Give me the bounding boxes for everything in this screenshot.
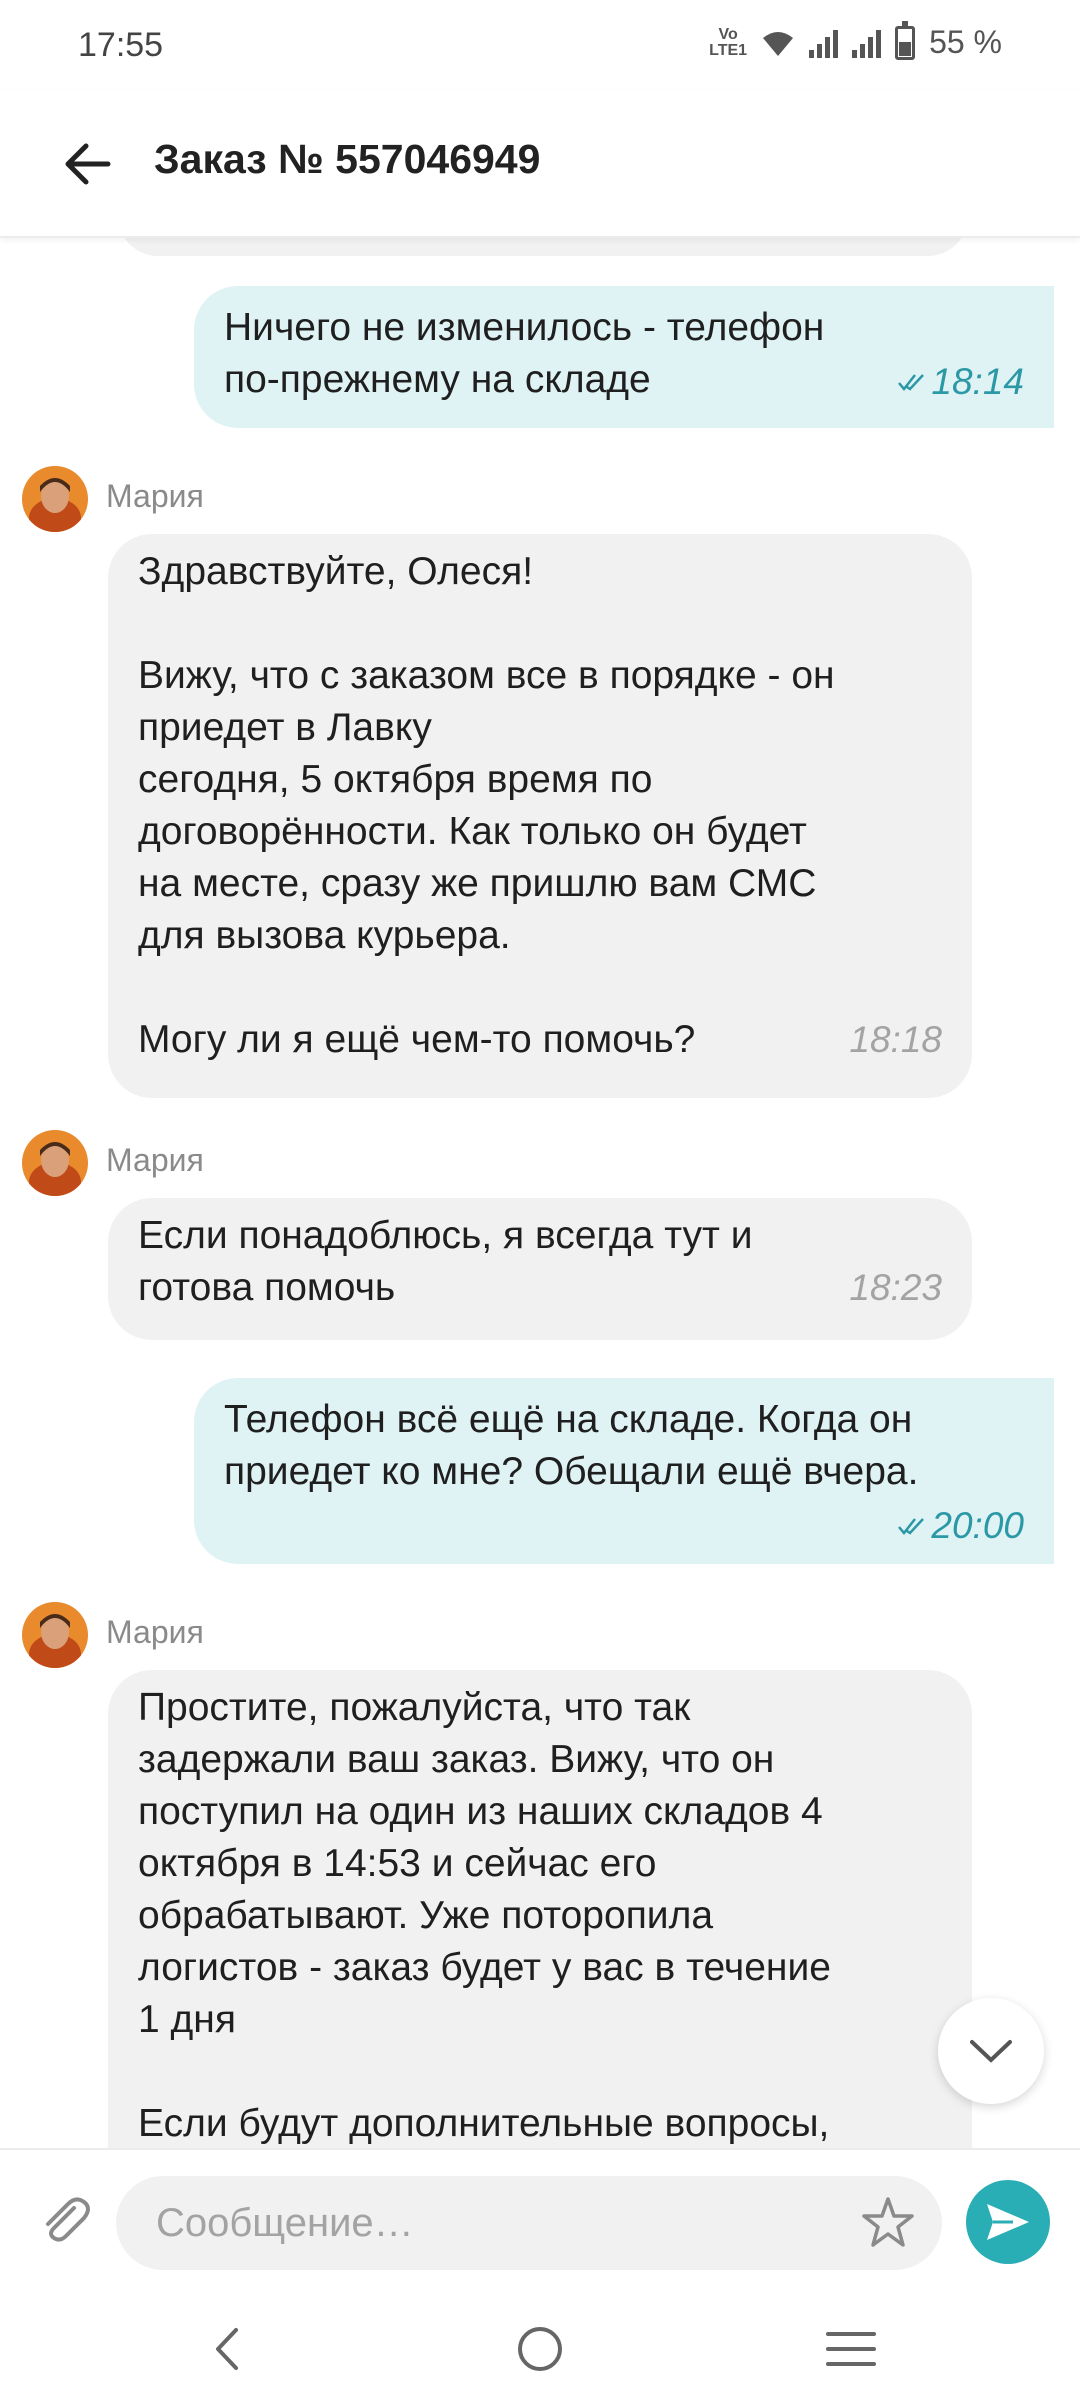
double-check-icon — [898, 374, 925, 391]
message-time: 18:18 — [849, 1019, 942, 1060]
double-check-icon — [898, 1518, 925, 1535]
star-icon[interactable] — [858, 2193, 918, 2253]
incoming-message[interactable]: Если понадоблюсь, я всегда тут и готова … — [108, 1198, 972, 1340]
message-text: Простите, пожалуйста, что так задержали … — [138, 1686, 831, 2145]
wifi-icon — [763, 31, 794, 56]
message-text: Телефон всё ещё на складе. Когда он прие… — [224, 1398, 919, 1493]
avatar[interactable] — [22, 1130, 88, 1196]
message-time: 18:14 — [931, 361, 1024, 402]
signal-icon-2 — [852, 28, 882, 58]
paperclip-icon[interactable] — [34, 2190, 94, 2250]
message-composer — [0, 2148, 1080, 2290]
message-text: Здравствуйте, Олеся! Вижу, что с заказом… — [138, 550, 835, 1061]
chat-messages[interactable]: Ничего не изменилось - телефон по-прежне… — [0, 238, 1080, 2148]
status-icons: Vo LTE1 55 % — [709, 20, 1002, 61]
message-meta: 20:00 — [224, 1500, 1024, 1552]
incoming-message[interactable]: Простите, пожалуйста, что так задержали … — [108, 1670, 972, 2148]
status-bar: 17:55 Vo LTE1 55 % — [0, 0, 1080, 90]
chevron-down-icon — [970, 2040, 1012, 2063]
battery-icon — [895, 20, 916, 60]
message-input[interactable] — [156, 2176, 836, 2270]
nav-home-icon[interactable] — [507, 2316, 573, 2382]
incoming-message[interactable]: Здравствуйте, Олеся! Вижу, что с заказом… — [108, 534, 972, 1098]
send-icon — [987, 2204, 1029, 2240]
sender-name: Мария — [106, 1614, 204, 1650]
sender-name: Мария — [106, 1142, 204, 1178]
nav-recents-icon[interactable] — [818, 2316, 884, 2382]
signal-icon-1 — [809, 28, 839, 58]
message-time: 18:23 — [849, 1267, 942, 1308]
page-title: Заказ № 557046949 — [154, 136, 541, 182]
arrow-left-icon[interactable] — [58, 134, 118, 194]
sender-name: Мария — [106, 478, 204, 514]
scroll-down-button[interactable] — [938, 1998, 1044, 2104]
send-button[interactable] — [966, 2180, 1050, 2264]
previous-message-bubble — [118, 238, 968, 256]
nav-back-icon[interactable] — [194, 2316, 260, 2382]
app-header: Заказ № 557046949 — [0, 90, 1080, 238]
volte-icon: Vo LTE1 — [709, 25, 748, 59]
battery-percent: 55 % — [929, 24, 1002, 60]
avatar[interactable] — [22, 466, 88, 532]
system-navigation-bar — [0, 2290, 1080, 2408]
message-meta: 18:14 — [897, 356, 1024, 408]
message-text: Если понадоблюсь, я всегда тут и готова … — [138, 1214, 753, 1309]
outgoing-message[interactable]: Ничего не изменилось - телефон по-прежне… — [194, 286, 1054, 428]
avatar[interactable] — [22, 1602, 88, 1668]
status-time: 17:55 — [78, 26, 164, 64]
outgoing-message[interactable]: Телефон всё ещё на складе. Когда он прие… — [194, 1378, 1054, 1564]
message-field — [116, 2176, 942, 2270]
message-time: 20:00 — [931, 1505, 1024, 1546]
